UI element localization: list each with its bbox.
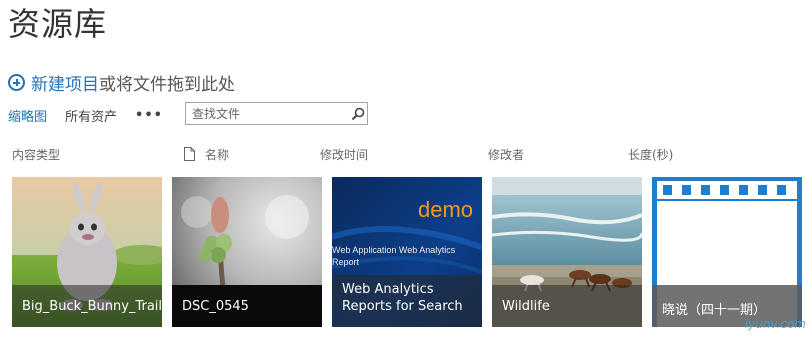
asset-tile[interactable]: 晓说（四十一期） [652,177,802,327]
document-icon [184,147,195,161]
column-modified[interactable]: 修改时间 [320,145,368,163]
view-thumbnail[interactable]: 缩略图 [8,106,47,125]
slide-subtitle-line1: Web Application Web Analytics [332,245,456,255]
new-item-link[interactable]: 新建项目 [31,70,99,95]
tile-caption: Big_Buck_Bunny_Trailer [12,285,162,327]
watermark: iyunv.com [744,317,806,331]
asset-tile[interactable]: DSC_0545 [172,177,322,327]
column-content-type[interactable]: 内容类型 [12,145,60,163]
column-name-label: 名称 [205,147,230,162]
new-item-row: 新建项目 或将文件拖到此处 [8,70,235,95]
page-title: 资源库 [8,5,108,43]
slide-demo-word: demo [418,197,474,222]
asset-tile[interactable]: Wildlife [492,177,642,327]
more-options-icon[interactable]: ••• [135,108,163,123]
search-icon [351,107,364,120]
view-switcher: 缩略图 所有资产 ••• [8,104,163,126]
asset-tile[interactable]: demo Web Application Web Analytics Repor… [332,177,482,327]
search-input[interactable] [186,104,348,123]
asset-tile[interactable]: Big_Buck_Bunny_Trailer [12,177,162,327]
tile-caption: Wildlife [492,285,642,327]
column-name[interactable]: 名称 [184,145,229,163]
column-length[interactable]: 长度(秒) [628,145,673,163]
search-button[interactable] [348,103,367,124]
tile-caption: Web Analytics Reports for Search [332,275,482,327]
slide-subtitle-line2: Report [332,257,360,267]
search-box [185,102,368,125]
drag-hint: 或将文件拖到此处 [99,74,235,95]
add-circle-icon[interactable] [8,73,25,91]
column-modified-by[interactable]: 修改者 [488,145,524,163]
view-all-assets[interactable]: 所有资产 [65,106,117,125]
tile-caption: DSC_0545 [172,285,322,327]
